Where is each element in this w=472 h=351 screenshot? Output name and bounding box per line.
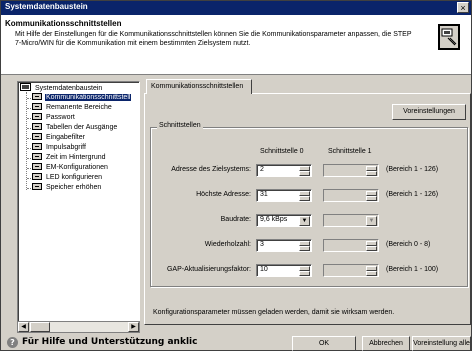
- tree-item-eingabefilter[interactable]: Eingabefilter: [32, 133, 86, 143]
- tab-kommunikationsschnittstellen[interactable]: Kommunikationsschnittstellen: [146, 79, 252, 94]
- tree-item-remanente-bereiche[interactable]: Remanente Bereiche: [32, 103, 113, 113]
- column-header-port0: Schnittstelle 0: [260, 148, 304, 155]
- spinner-value: 31: [260, 191, 268, 198]
- range-gap-faktor: (Bereich 1 - 100): [386, 266, 439, 273]
- node-icon: [32, 163, 42, 170]
- help-link[interactable]: ? Für Hilfe und Unterstützung anklic: [7, 337, 197, 348]
- tree-horizontal-scrollbar[interactable]: ◀ ▶: [17, 321, 140, 333]
- download-notice: Konfigurationsparameter müssen geladen w…: [153, 309, 395, 316]
- help-text: Für Hilfe und Unterstützung anklic: [22, 337, 198, 347]
- defaults-all-button[interactable]: Voreinstellung alle: [412, 336, 471, 351]
- node-icon: [32, 103, 42, 110]
- highest-address-port1-spinner: [323, 189, 379, 202]
- spinner-arrows: [366, 191, 377, 201]
- header-title: Kommunikationsschnittstellen: [5, 19, 122, 28]
- tree-root[interactable]: Systemdatenbaustein: [20, 83, 103, 93]
- gap-factor-port1-spinner: [323, 264, 379, 277]
- tree-item-em-konfigurationen[interactable]: EM-Konfigurationen: [32, 163, 109, 173]
- spinner-arrows: [366, 266, 377, 276]
- scroll-right-button[interactable]: ▶: [128, 322, 139, 332]
- interfaces-groupbox: Schnittstellen: [150, 122, 468, 287]
- system-block-icon: [20, 83, 31, 91]
- spinner-arrows: [366, 241, 377, 251]
- range-wiederholzahl: (Bereich 0 - 8): [386, 241, 431, 248]
- spinner-arrows[interactable]: [299, 166, 310, 176]
- tree-connector: [26, 92, 27, 190]
- select-value: 9,6 kBps: [260, 216, 288, 223]
- spinner-value: 2: [260, 166, 264, 173]
- node-icon: [32, 123, 42, 130]
- node-icon: [32, 113, 42, 120]
- tree-item-kommunikation[interactable]: Kommunikationsschnittstell: [32, 93, 132, 103]
- tree-item-impulsabgriff[interactable]: Impulsabgriff: [32, 143, 87, 153]
- title-bar: Systemdatenbaustein ×: [1, 1, 471, 15]
- cancel-button[interactable]: Abbrechen: [362, 336, 410, 351]
- spinner-arrows: [366, 166, 377, 176]
- spinner-arrows[interactable]: [299, 241, 310, 251]
- spinner-arrows[interactable]: [299, 266, 310, 276]
- tree-item-speicher-erhoehen[interactable]: Speicher erhöhen: [32, 183, 102, 193]
- navigation-tree: Systemdatenbaustein Kommunikationsschnit…: [17, 81, 140, 333]
- row-label-hoechste-adresse: Höchste Adresse:: [196, 191, 251, 198]
- row-label-baudrate: Baudrate:: [220, 216, 251, 223]
- row-label-zieladresse: Adresse des Zielsystems:: [171, 166, 251, 173]
- spinner-value: 3: [260, 241, 264, 248]
- tree-item-led-konfigurieren[interactable]: LED konfigurieren: [32, 173, 103, 183]
- scroll-left-button[interactable]: ◀: [18, 322, 29, 332]
- target-address-port1-spinner: [323, 164, 379, 177]
- spinner-value: 10: [260, 266, 268, 273]
- node-icon: [32, 153, 42, 160]
- defaults-button[interactable]: Voreinstellungen: [392, 104, 466, 120]
- highest-address-port0-spinner[interactable]: 31: [256, 189, 312, 202]
- spinner-arrows[interactable]: [299, 191, 310, 201]
- tree-item-zeit-im-hintergrund[interactable]: Zeit im Hintergrund: [32, 153, 107, 163]
- node-icon: [32, 93, 42, 100]
- baudrate-port0-select[interactable]: 9,6 kBps ▼: [256, 214, 312, 227]
- interface-config-icon: [438, 24, 460, 50]
- group-legend: Schnittstellen: [157, 122, 203, 129]
- node-icon: [32, 133, 42, 140]
- tree-item-passwort[interactable]: Passwort: [32, 113, 76, 123]
- retry-count-port1-spinner: [323, 239, 379, 252]
- target-address-port0-spinner[interactable]: 2: [256, 164, 312, 177]
- baudrate-port1-select: ▼: [323, 214, 379, 227]
- chevron-down-icon[interactable]: ▼: [299, 216, 310, 226]
- close-button[interactable]: ×: [457, 2, 469, 13]
- chevron-down-icon: ▼: [366, 216, 377, 226]
- column-header-port1: Schnittstelle 1: [328, 148, 372, 155]
- ok-button[interactable]: OK: [292, 336, 356, 351]
- header-description: Mit Hilfe der Einstellungen für die Komm…: [15, 31, 412, 47]
- node-icon: [32, 183, 42, 190]
- tree-item-tabellen-ausgaenge[interactable]: Tabellen der Ausgänge: [32, 123, 118, 133]
- gap-factor-port0-spinner[interactable]: 10: [256, 264, 312, 277]
- system-data-block-dialog: Systemdatenbaustein × Kommunikationsschn…: [0, 0, 472, 351]
- window-title: Systemdatenbaustein: [5, 2, 88, 11]
- row-label-wiederholzahl: Wiederholzahl:: [204, 241, 251, 248]
- range-zieladresse: (Bereich 1 - 126): [386, 166, 439, 173]
- header-panel: Kommunikationsschnittstellen Mit Hilfe d…: [1, 15, 471, 75]
- retry-count-port0-spinner[interactable]: 3: [256, 239, 312, 252]
- range-hoechste-adresse: (Bereich 1 - 126): [386, 191, 439, 198]
- node-icon: [32, 173, 42, 180]
- scrollbar-thumb[interactable]: [30, 322, 50, 332]
- row-label-gap-faktor: GAP-Aktualisierungsfaktor:: [166, 266, 251, 273]
- help-icon: ?: [7, 337, 18, 348]
- node-icon: [32, 143, 42, 150]
